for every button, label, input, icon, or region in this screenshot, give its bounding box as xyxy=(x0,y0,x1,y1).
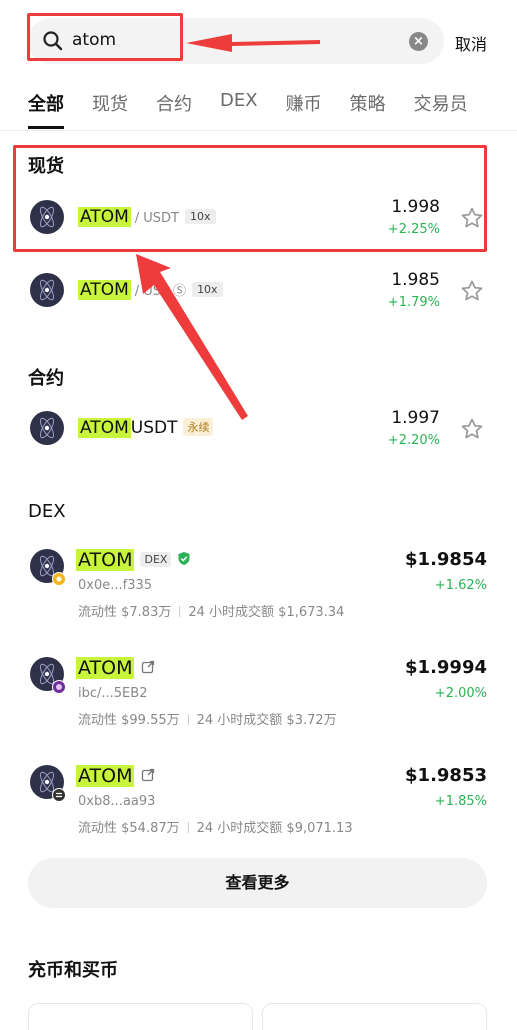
search-input[interactable]: atom xyxy=(72,30,116,50)
liquidity: 流动性 $7.83万 xyxy=(78,605,172,620)
dex-stats: 流动性 $7.83万 24 小时成交额 $1,673.34 xyxy=(78,601,344,620)
contract-address: ibc/...5EB2 xyxy=(78,686,148,701)
tab-dex[interactable]: DEX xyxy=(220,90,258,130)
tabs-divider xyxy=(0,130,517,131)
change-percent: +2.20% xyxy=(387,433,440,448)
symbol-highlight: ATOM xyxy=(76,549,135,571)
category-tabs: 全部 现货 合约 DEX 赚币 策略 交易员 xyxy=(28,90,468,130)
cancel-button[interactable]: 取消 xyxy=(455,31,487,55)
quote-label: / USDT xyxy=(134,211,179,226)
dex-section-title: DEX xyxy=(28,501,66,522)
price: $1.9994 xyxy=(405,657,487,678)
change-percent: +1.79% xyxy=(387,295,440,310)
change-percent: +2.25% xyxy=(387,222,440,237)
price: $1.9853 xyxy=(405,765,487,786)
deposit-section-title: 充币和买币 xyxy=(28,960,118,981)
liquidity: 流动性 $54.87万 xyxy=(78,821,180,836)
liquidity: 流动性 $99.55万 xyxy=(78,713,180,728)
symbol-highlight: ATOM xyxy=(76,765,135,787)
chain-badge-icon xyxy=(52,680,66,694)
verified-shield-icon xyxy=(178,552,190,565)
pair-label: ATOM USDT 永续 xyxy=(78,418,214,438)
tab-spot[interactable]: 现货 xyxy=(92,90,128,130)
buy-card[interactable] xyxy=(262,1003,487,1030)
leverage-badge: 10x xyxy=(192,282,223,297)
tab-futures[interactable]: 合约 xyxy=(156,90,192,130)
price: 1.998 xyxy=(391,197,440,217)
divider xyxy=(179,606,181,617)
change-percent: +1.85% xyxy=(434,794,487,809)
dex-badge: DEX xyxy=(140,552,172,567)
symbol-highlight: ATOM xyxy=(78,280,131,300)
pair-label: ATOM / USD Ⓢ 10x xyxy=(78,280,223,300)
stablecoin-icon: Ⓢ xyxy=(173,284,187,299)
spot-section-title: 现货 xyxy=(28,156,64,177)
search-icon xyxy=(43,31,63,51)
change-percent: +1.62% xyxy=(434,578,487,593)
symbol-highlight: ATOM xyxy=(76,657,135,679)
star-icon[interactable] xyxy=(460,206,484,230)
deposit-card[interactable] xyxy=(28,1003,253,1030)
quote-label: / USD xyxy=(134,284,172,299)
price: $1.9854 xyxy=(405,549,487,570)
external-link-icon[interactable] xyxy=(141,768,155,782)
symbol-highlight: ATOM xyxy=(78,207,131,227)
volume-24h: 24 小时成交额 $3.72万 xyxy=(196,713,337,728)
contract-address: 0xb8...aa93 xyxy=(78,794,156,809)
dex-stats: 流动性 $54.87万 24 小时成交额 $9,071.13 xyxy=(78,817,353,836)
chain-badge-icon xyxy=(52,572,66,586)
star-icon[interactable] xyxy=(460,417,484,441)
perpetual-badge: 永续 xyxy=(183,418,214,436)
clear-icon[interactable]: × xyxy=(409,32,428,51)
dex-stats: 流动性 $99.55万 24 小时成交额 $3.72万 xyxy=(78,709,337,728)
cosmos-coin-icon xyxy=(30,200,64,234)
volume-24h: 24 小时成交额 $9,071.13 xyxy=(196,821,353,836)
tab-earn[interactable]: 赚币 xyxy=(286,90,322,130)
tab-all[interactable]: 全部 xyxy=(28,90,64,130)
chain-badge-icon xyxy=(52,788,66,802)
contract-address: 0x0e...f335 xyxy=(78,578,153,593)
cosmos-coin-icon xyxy=(30,411,64,445)
cosmos-coin-icon xyxy=(30,273,64,307)
leverage-badge: 10x xyxy=(184,209,216,224)
tab-traders[interactable]: 交易员 xyxy=(414,90,468,130)
change-percent: +2.00% xyxy=(434,686,487,701)
pair-label: ATOM xyxy=(76,657,155,679)
star-icon[interactable] xyxy=(460,279,484,303)
tab-strategy[interactable]: 策略 xyxy=(350,90,386,130)
volume-24h: 24 小时成交额 $1,673.34 xyxy=(188,605,345,620)
divider xyxy=(187,822,189,833)
pair-label: ATOM DEX xyxy=(76,549,191,571)
price: 1.997 xyxy=(391,408,440,428)
external-link-icon[interactable] xyxy=(141,660,155,674)
symbol-highlight: ATOM xyxy=(78,418,131,438)
futures-section-title: 合约 xyxy=(28,368,64,389)
price: 1.985 xyxy=(391,270,440,290)
divider xyxy=(187,714,189,725)
view-more-button[interactable]: 查看更多 xyxy=(28,858,487,908)
pair-label: ATOM / USDT 10x xyxy=(78,207,216,227)
pair-label: ATOM xyxy=(76,765,155,787)
pair-suffix: USDT xyxy=(130,418,178,438)
